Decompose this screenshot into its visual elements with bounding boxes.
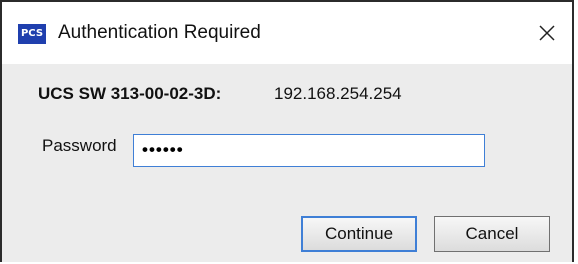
close-button[interactable] (530, 17, 564, 49)
dialog-body: UCS SW 313-00-02-3D: 192.168.254.254 Pas… (2, 64, 572, 262)
dialog-title: Authentication Required (58, 22, 261, 43)
authentication-dialog: PCS Authentication Required UCS SW 313-0… (0, 0, 574, 262)
cancel-button[interactable]: Cancel (434, 216, 550, 252)
title-bar: PCS Authentication Required (2, 2, 572, 64)
continue-button[interactable]: Continue (301, 216, 417, 252)
password-label: Password (42, 136, 117, 155)
pcs-app-icon: PCS (18, 24, 46, 44)
device-address: 192.168.254.254 (274, 84, 402, 103)
password-field[interactable]: •••••• (133, 134, 485, 167)
close-icon (539, 25, 555, 41)
password-masked-value: •••••• (142, 140, 184, 159)
device-label: UCS SW 313-00-02-3D: (38, 84, 222, 103)
